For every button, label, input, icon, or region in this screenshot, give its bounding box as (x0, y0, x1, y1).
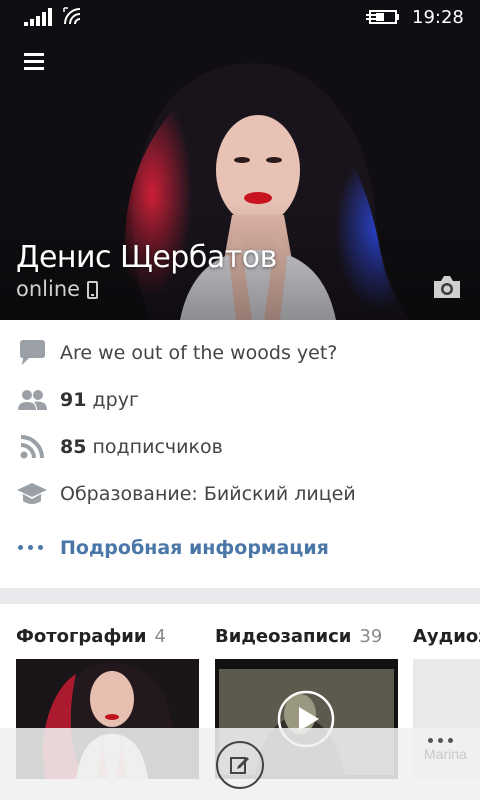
friends-count: 91 (60, 389, 87, 411)
followers-count: 85 (60, 436, 87, 458)
mobile-phone-icon (87, 281, 99, 299)
audio-faint-label: Marina (424, 746, 467, 762)
photos-count: 4 (154, 626, 166, 647)
speech-bubble-icon (20, 340, 45, 365)
section-divider (0, 588, 480, 604)
videos-title[interactable]: Видеозаписи 39 (215, 626, 382, 647)
education-text: Образование: Бийский лицей (60, 483, 356, 505)
followers-text: 85 подписчиков (60, 436, 223, 458)
status-row[interactable]: Are we out of the woods yet? (0, 330, 480, 376)
videos-count: 39 (359, 626, 383, 647)
education-row[interactable]: Образование: Бийский лицей (0, 471, 480, 517)
photos-title[interactable]: Фотографии 4 (16, 626, 166, 647)
profile-cover: 19:28 Денис Щербатов online (0, 0, 480, 320)
profile-name: Денис Щербатов (16, 240, 277, 275)
more-info-link[interactable]: Подробная информация (60, 537, 329, 559)
followers-row[interactable]: 85 подписчиков (0, 424, 480, 470)
compose-button[interactable] (216, 741, 264, 789)
edit-icon (230, 757, 249, 774)
online-status: online (16, 277, 99, 301)
friends-icon (18, 390, 47, 410)
friends-row[interactable]: 91 друг (0, 377, 480, 423)
friends-label: друг (92, 389, 139, 411)
graduation-cap-icon (17, 483, 47, 504)
status-text: Are we out of the woods yet? (60, 342, 338, 364)
menu-button[interactable] (18, 46, 52, 76)
audio-title[interactable]: Аудиоз (413, 626, 480, 647)
followers-label: подписчиков (92, 436, 223, 458)
more-dots-icon (18, 545, 43, 550)
signal-icon (24, 8, 52, 26)
friends-text: 91 друг (60, 389, 139, 411)
battery-charging-icon (366, 10, 399, 24)
camera-icon[interactable] (432, 273, 462, 301)
status-bar: 19:28 (0, 0, 480, 34)
wifi-icon (63, 7, 81, 25)
online-label: online (16, 277, 81, 301)
status-time: 19:28 (412, 7, 464, 28)
rss-icon (20, 435, 44, 459)
more-options-button[interactable] (428, 738, 453, 743)
hamburger-icon (24, 53, 44, 56)
more-info-row[interactable]: Подробная информация (0, 525, 480, 571)
